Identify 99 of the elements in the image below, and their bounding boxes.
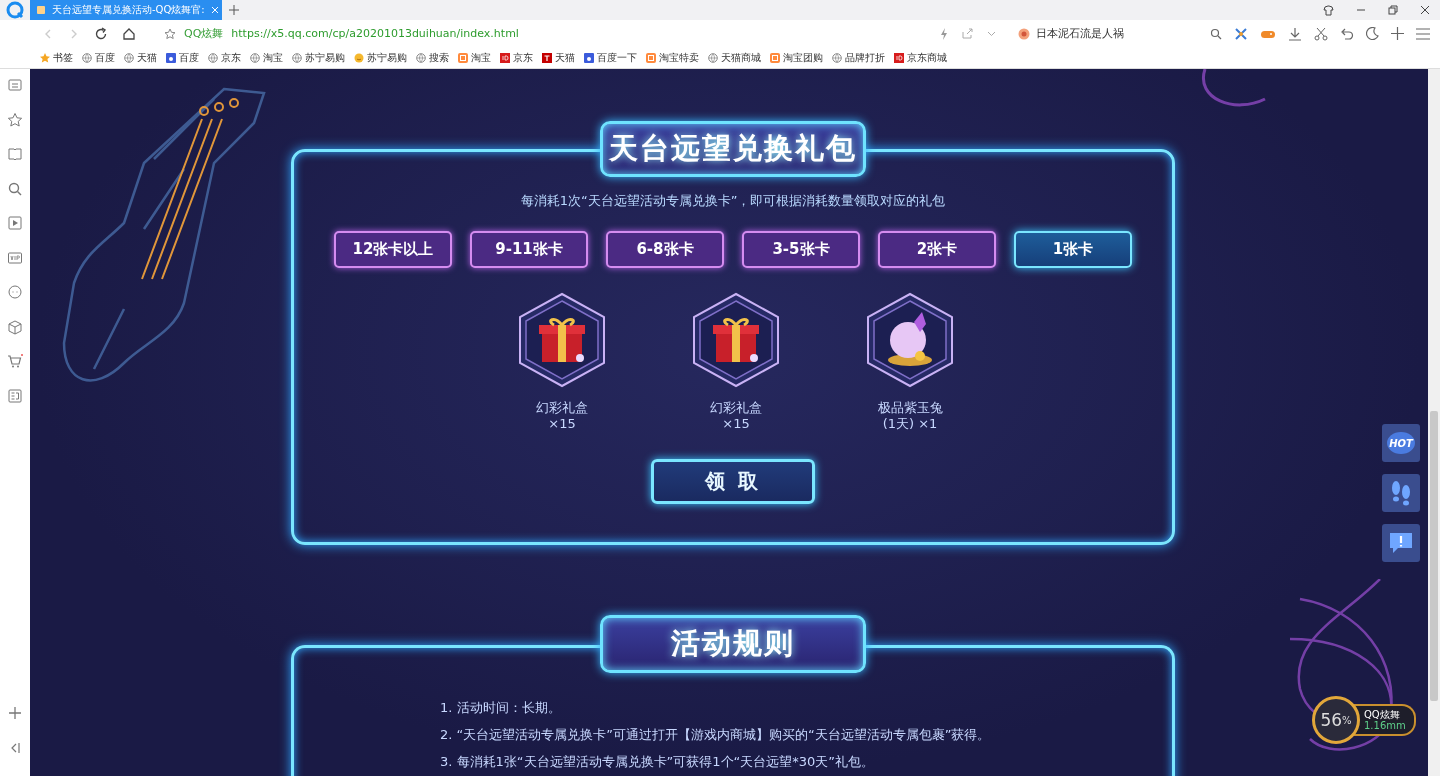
restore-icon[interactable] (1388, 5, 1398, 15)
chevron-down-icon[interactable] (987, 29, 996, 38)
globe-icon (250, 52, 260, 63)
feedback-icon[interactable] (1388, 530, 1414, 556)
bookmark-link[interactable]: 天猫 (124, 50, 157, 65)
scrollbar-thumb[interactable] (1430, 411, 1438, 701)
speed-gauge[interactable]: 56% (1312, 696, 1360, 744)
book-icon[interactable] (7, 146, 23, 162)
square-icon (542, 52, 552, 63)
bookmark-link[interactable]: 淘宝 (250, 50, 283, 65)
gift-box-icon (692, 292, 780, 388)
box-icon[interactable] (7, 318, 23, 335)
tier-tab[interactable]: 2张卡 (878, 231, 996, 268)
rule-text: 1. 活动时间：长期。 (440, 699, 561, 717)
search-field[interactable]: 日本泥石流是人祸 (1010, 26, 1196, 41)
close-icon[interactable] (1420, 5, 1430, 15)
chat-icon[interactable] (7, 284, 23, 300)
globe-icon (292, 52, 302, 63)
hot-button[interactable]: HOT (1382, 424, 1420, 462)
bookmark-link[interactable]: 百度一下 (584, 50, 637, 65)
rule-text: 2. “天台远望活动专属兑换卡”可通过打开【游戏内商城】购买的“天台远望活动专属包裹”获得。 (440, 726, 991, 744)
page-icon (36, 5, 46, 15)
bookmark-link[interactable]: 品牌打折 (832, 50, 885, 65)
reward-quantity: ×15 (722, 416, 750, 432)
address-field[interactable]: https://x5.qq.com/cp/a20201013duihuan/index.html (231, 27, 519, 40)
instructions-text: 每消耗1次“天台远望活动专属兑换卡”，即可根据消耗数量领取对应的礼包 (520, 192, 946, 210)
percent-text: 56 (1320, 710, 1343, 730)
reward-name: 幻彩礼盒 (536, 400, 588, 416)
bookmark-link[interactable]: 百度 (82, 50, 115, 65)
star-icon[interactable] (164, 27, 176, 40)
bookmark-link[interactable]: 苏宁易购 (354, 50, 407, 65)
globe-icon (208, 52, 218, 63)
star-icon (40, 52, 50, 63)
square-icon (894, 52, 904, 63)
bookmark-link[interactable]: 书签 (40, 50, 73, 65)
reward-name: 极品紫玉兔 (877, 400, 943, 416)
search-icon[interactable] (1210, 27, 1222, 40)
moon-icon[interactable] (1366, 27, 1379, 40)
menu-icon[interactable] (1416, 27, 1430, 40)
unit-text: % (1342, 714, 1352, 726)
share-icon[interactable] (962, 28, 973, 39)
search-icon[interactable] (7, 180, 23, 197)
scissors-icon[interactable] (1314, 26, 1328, 41)
video-icon[interactable] (7, 215, 23, 231)
section-title: 活动规则 (600, 615, 866, 673)
bookmark-link[interactable]: 天猫 (542, 50, 575, 65)
new-tab-icon[interactable] (229, 5, 239, 15)
square-icon (458, 52, 468, 63)
bookmark-link[interactable]: 淘宝特卖 (646, 50, 699, 65)
square-icon (500, 52, 510, 63)
bookmark-link[interactable]: 淘宝 (458, 50, 491, 65)
translate-icon[interactable] (7, 387, 23, 404)
reward-quantity: ×15 (548, 416, 576, 432)
globe-icon (124, 52, 134, 63)
bookmark-link[interactable]: 京东 (208, 50, 241, 65)
undo-icon[interactable] (1340, 26, 1354, 41)
home-icon[interactable] (122, 26, 136, 41)
reward-name: 幻彩礼盒 (710, 400, 762, 416)
tier-tab[interactable]: 9-11张卡 (470, 231, 588, 268)
plus-icon[interactable] (7, 705, 23, 721)
section-title: 天台远望兑换礼包 (600, 121, 866, 177)
tier-tab[interactable]: 1张卡 (1014, 231, 1132, 268)
globe-icon (82, 52, 92, 63)
bookmark-link[interactable]: 天猫商城 (708, 50, 761, 65)
tier-tab[interactable]: 12张卡以上 (334, 231, 452, 268)
bookmark-link[interactable]: 百度 (166, 50, 199, 65)
cart-icon[interactable] (7, 353, 23, 369)
square-icon (646, 52, 656, 63)
reward-quantity: (1天) ×1 (882, 416, 938, 432)
tier-tab[interactable]: 3-5张卡 (742, 231, 860, 268)
bookmark-link[interactable]: 搜索 (416, 50, 449, 65)
smiley-icon (354, 52, 364, 63)
globe-icon (416, 52, 426, 63)
shirt-icon[interactable] (1323, 4, 1334, 16)
bookmark-link[interactable]: 苏宁易购 (292, 50, 345, 65)
plus-icon[interactable] (1391, 27, 1404, 40)
globe-icon (708, 52, 718, 63)
app-name: QQ炫舞 (1364, 709, 1401, 720)
gift-box-icon (518, 292, 606, 388)
browser-logo-icon (6, 1, 24, 19)
tier-tab[interactable]: 6-8张卡 (606, 231, 724, 268)
speed-reading: 1.16mm (1364, 720, 1406, 731)
bookmark-link[interactable]: 京东商城 (894, 50, 947, 65)
paw-icon (584, 52, 594, 63)
bookmark-link[interactable]: 淘宝团购 (770, 50, 823, 65)
download-icon[interactable] (1288, 26, 1302, 41)
star-icon[interactable] (7, 111, 23, 128)
reload-icon[interactable] (94, 26, 108, 41)
rule-text: 3. 每消耗1张“天台远望活动专属兑换卡”可获得1个“天台远望*30天”礼包。 (440, 753, 875, 771)
reader-icon[interactable] (7, 77, 23, 93)
lightning-icon[interactable] (940, 27, 948, 40)
globe-icon (832, 52, 842, 63)
search-engine-icon (1018, 27, 1030, 40)
claim-button[interactable]: 领 取 (651, 459, 815, 504)
vip-icon[interactable] (7, 249, 23, 266)
site-label: QQ炫舞 (184, 26, 224, 41)
paw-icon (166, 52, 176, 63)
bookmark-link[interactable]: 京东 (500, 50, 533, 65)
square-icon (770, 52, 780, 63)
